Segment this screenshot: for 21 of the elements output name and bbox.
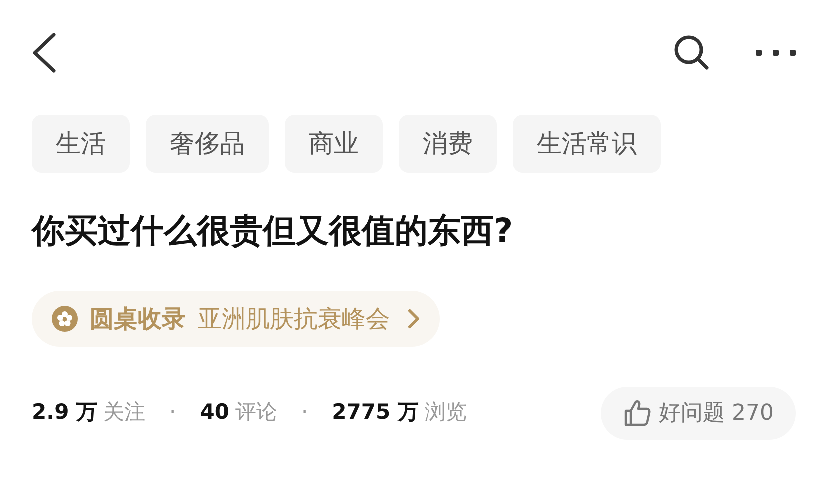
more-icon[interactable] — [756, 48, 796, 56]
stat-value: 2.9 万 — [32, 399, 98, 426]
topic-tag[interactable]: 商业 — [285, 115, 383, 173]
search-icon[interactable] — [674, 34, 710, 70]
flower-icon — [52, 306, 78, 332]
topic-tag[interactable]: 奢侈品 — [146, 115, 269, 173]
back-icon[interactable] — [32, 32, 56, 72]
topic-tag[interactable]: 消费 — [399, 115, 497, 173]
separator-dot: · — [170, 399, 176, 426]
topic-tag[interactable]: 生活常识 — [513, 115, 661, 173]
stat-value: 2775 万 — [332, 399, 419, 426]
stat-label: 评论 — [235, 399, 278, 426]
good-question-button[interactable]: 好问题 270 — [601, 386, 796, 440]
stat-label: 浏览 — [424, 399, 467, 426]
topic-tag[interactable]: 生活 — [32, 115, 130, 173]
separator-dot: · — [301, 399, 308, 426]
question-title: 你买过什么很贵但又很值的东西? — [32, 211, 514, 251]
thumbs-up-icon — [623, 399, 652, 428]
chevron-right-icon — [408, 308, 420, 329]
stat-label: 关注 — [104, 399, 146, 426]
stat-value: 40 — [200, 399, 230, 426]
